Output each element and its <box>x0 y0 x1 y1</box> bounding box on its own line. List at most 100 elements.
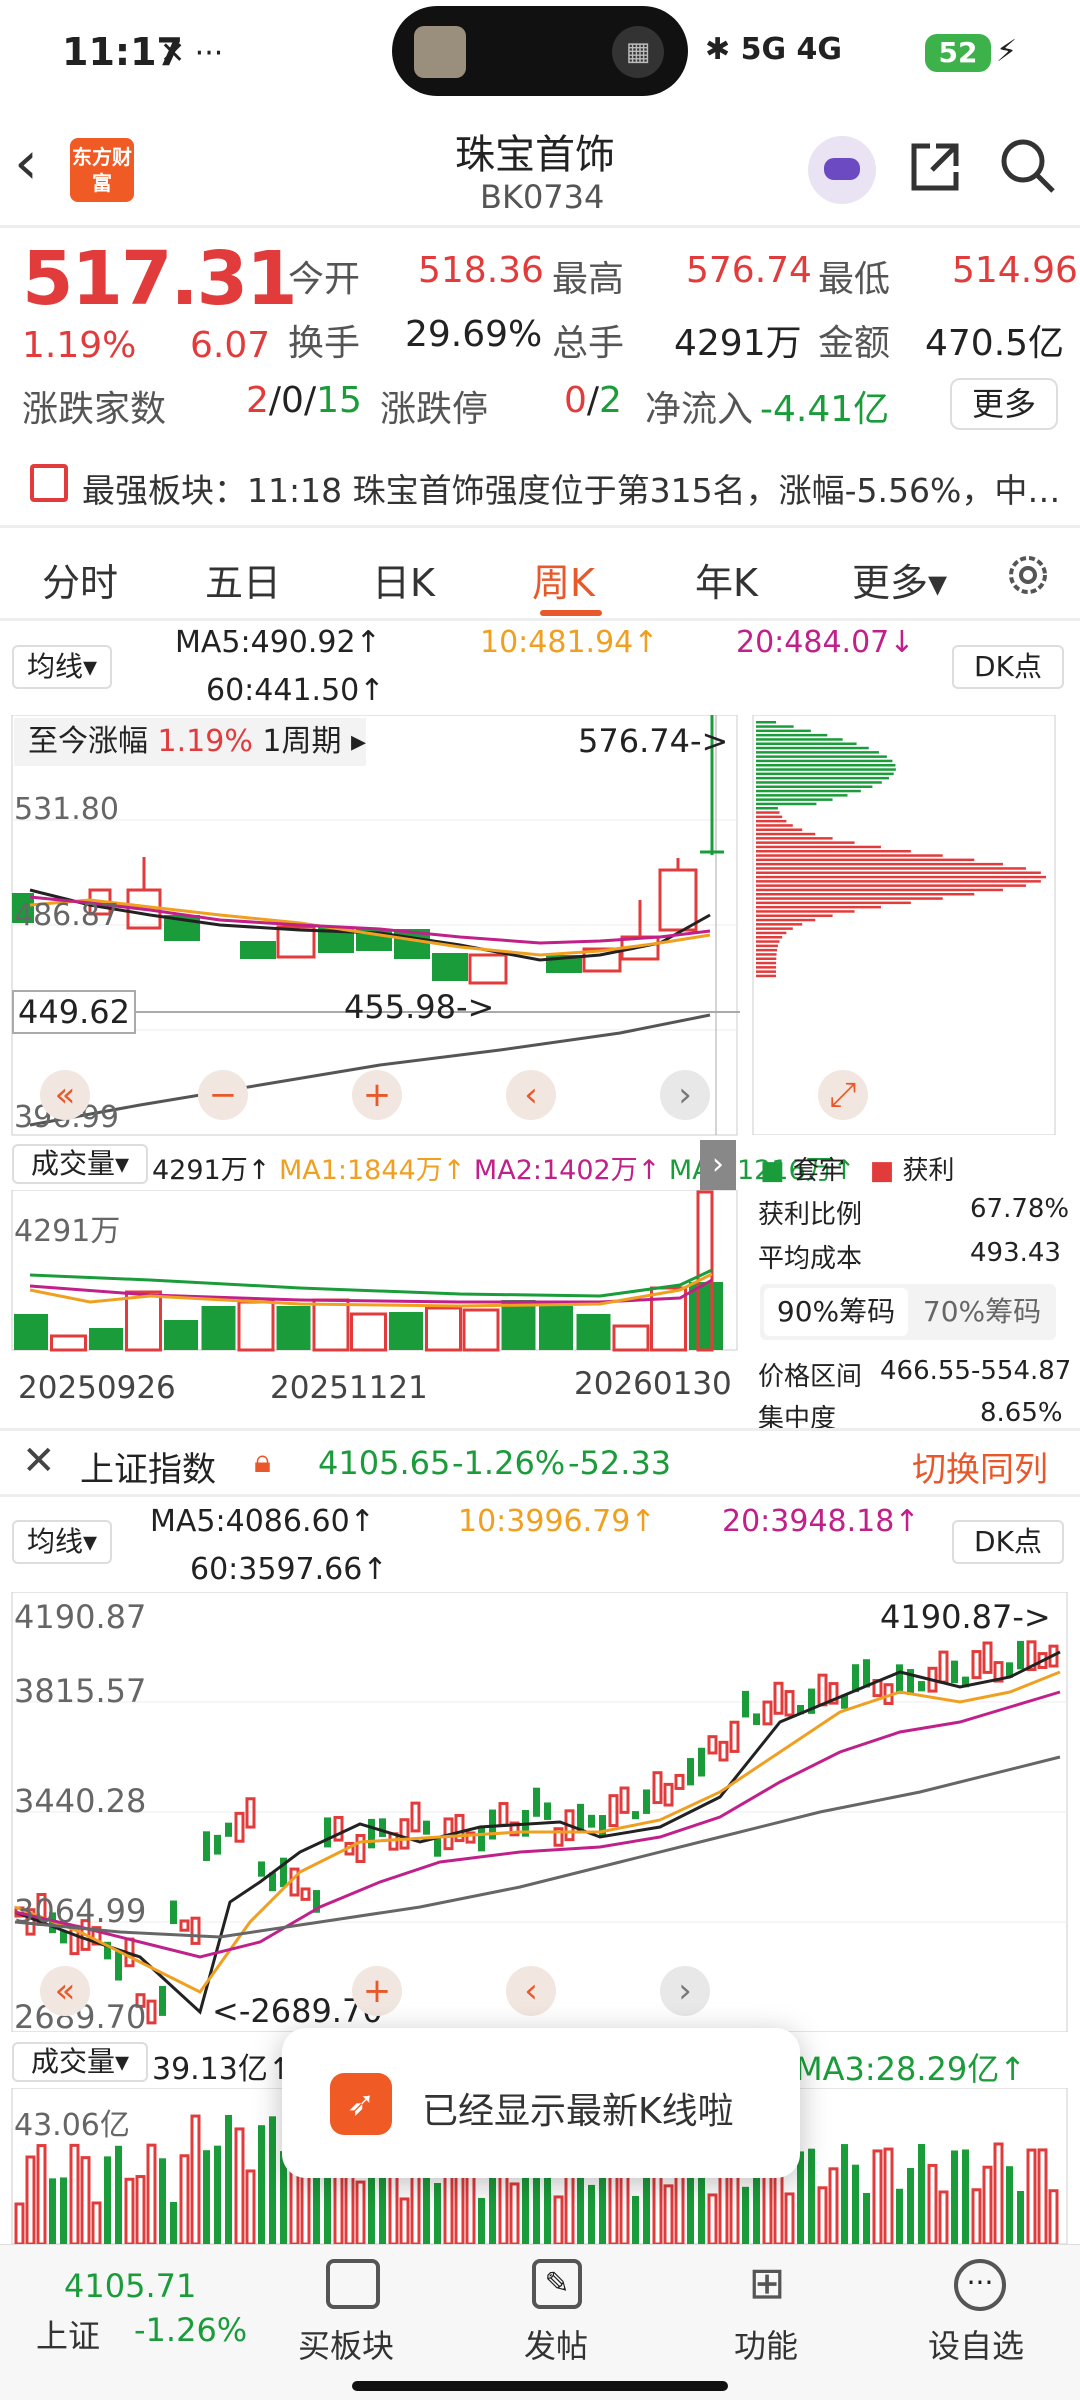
low-value: 514.96 <box>952 250 1078 291</box>
app-icon: ➶ <box>330 2073 392 2135</box>
chip-bar <box>756 807 778 810</box>
index-volume-value: 39.13亿↑ <box>152 2052 294 2087</box>
chip-bar <box>756 940 780 943</box>
index-volume-bar <box>828 2167 839 2244</box>
nav-add-watchlist[interactable]: ··· 设自选 <box>922 2253 1042 2373</box>
switch-button[interactable]: 切换同列 <box>912 1442 1048 1491</box>
status-icons-left: ✕ ··· <box>160 36 224 71</box>
tab-intraday[interactable]: 分时 <box>42 552 118 607</box>
amount-label: 金额 <box>818 323 891 364</box>
nav-functions[interactable]: ⊞ 功能 <box>722 2253 822 2373</box>
expand-right-icon[interactable]: › <box>700 1140 736 1190</box>
chip-bar <box>756 850 911 853</box>
zoom-out-icon[interactable]: − <box>198 1070 248 1120</box>
volume-selector[interactable]: 成交量▾ <box>12 1144 148 1184</box>
chip-bar <box>756 871 1041 874</box>
index-candle <box>478 1827 485 1852</box>
chip-bar <box>756 875 1046 879</box>
index-volume-bar <box>60 2177 67 2244</box>
concentration: 8.65% <box>980 1398 1063 1428</box>
chip-bar <box>756 729 811 733</box>
index-scroll-left-fast-icon[interactable]: « <box>40 1966 90 2016</box>
scroll-left-fast-icon[interactable]: « <box>40 1070 90 1120</box>
search-icon[interactable] <box>998 136 1058 196</box>
index-scroll-right-icon[interactable]: › <box>660 1966 710 2016</box>
zoom-in-icon[interactable]: + <box>352 1070 402 1120</box>
chip-bar <box>756 888 1003 892</box>
volume-bar <box>501 1300 536 1350</box>
since-change-bar[interactable]: 至今涨幅 1.19% 1周期 ▸ <box>14 718 366 766</box>
index-volume-bar <box>234 2127 245 2244</box>
chip-bar <box>756 781 882 784</box>
volume-bar <box>164 1320 198 1350</box>
date-label-2: 20251121 <box>270 1370 428 1406</box>
index-change: -52.33 <box>568 1444 672 1482</box>
index-zoom-in-icon[interactable]: + <box>352 1966 402 2016</box>
index-volume-bar <box>355 2180 366 2244</box>
chip-bar <box>756 746 869 750</box>
index-volume-bar <box>203 2150 210 2244</box>
index-candle <box>707 1735 718 1755</box>
max-price-note: 576.74-> <box>578 722 729 760</box>
index-candle <box>234 1811 245 1843</box>
chip-bar <box>756 867 1026 870</box>
album-art-icon <box>414 26 466 78</box>
tab-weekly-k[interactable]: 周K <box>532 552 595 607</box>
index-volume-bar <box>214 2145 221 2244</box>
index-dk-button[interactable]: DK点 <box>952 1520 1064 1564</box>
volume-bar <box>89 1328 123 1350</box>
scroll-left-icon[interactable]: ‹ <box>506 1070 556 1120</box>
chip-bar <box>756 966 777 969</box>
chip-bar <box>756 802 817 806</box>
index-volume-bar <box>91 2201 102 2244</box>
chip-bar <box>756 785 873 788</box>
toast-text: 已经显示最新K线啦 <box>422 2091 734 2132</box>
index-volume-bar <box>146 2143 157 2244</box>
updown-count: 2/0/15 <box>246 380 362 421</box>
index-candle <box>742 1690 749 1718</box>
back-icon[interactable]: ‹ <box>14 128 38 198</box>
index-volume-bar <box>872 2149 883 2244</box>
assistant-icon[interactable] <box>808 136 876 204</box>
tab-five-day[interactable]: 五日 <box>205 552 281 607</box>
price-range-label: 价格区间 <box>758 1362 863 1392</box>
index-name: 上证指数 <box>80 1450 216 1490</box>
index-candle <box>753 1713 760 1725</box>
index-candle <box>159 1985 166 2016</box>
dk-point-button[interactable]: DK点 <box>952 645 1064 689</box>
index-price: 4105.65 <box>318 1444 451 1482</box>
index-y2: 3815.57 <box>14 1672 147 1710</box>
chip-bar <box>756 832 816 836</box>
volume-bar <box>50 1334 87 1352</box>
share-icon[interactable] <box>906 138 964 196</box>
index-scroll-left-icon[interactable]: ‹ <box>506 1966 556 2016</box>
chip-bar <box>756 725 794 728</box>
tab-chip-90[interactable]: 90%筹码 <box>764 1288 908 1336</box>
nav-buy-sector[interactable]: 买板块 <box>292 2253 412 2373</box>
index-candle <box>203 1831 210 1861</box>
tab-yearly-k[interactable]: 年K <box>695 552 758 607</box>
index-volume-bar <box>663 2184 674 2244</box>
nav-post[interactable]: ✎ 发帖 <box>512 2253 612 2373</box>
tab-indicator <box>540 610 602 616</box>
index-volume-selector[interactable]: 成交量▾ <box>12 2042 148 2082</box>
tab-chip-70[interactable]: 70%筹码 <box>910 1288 1054 1336</box>
index-volume-bar <box>69 2143 80 2244</box>
notice-bar[interactable]: 最强板块：11:18 珠宝首饰强度位于第315名，涨幅-5.56%，中… <box>0 448 1080 520</box>
lock-icon[interactable]: 🔒︎ <box>254 1442 271 1481</box>
tab-more[interactable]: 更多▾ <box>852 552 947 607</box>
more-button[interactable]: 更多 <box>950 378 1058 430</box>
chip-bar <box>756 738 843 741</box>
inflow-label: 净流入 <box>645 389 754 430</box>
index-k-chart[interactable] <box>0 1592 1080 2032</box>
tab-daily-k[interactable]: 日K <box>372 552 435 607</box>
volume-bar <box>576 1314 611 1350</box>
index-ma10: 10:3996.79↑ <box>458 1504 656 1539</box>
ma-selector[interactable]: 均线▾ <box>12 645 112 689</box>
expand-icon[interactable]: ⤢ <box>818 1070 868 1120</box>
index-ma-selector[interactable]: 均线▾ <box>12 1520 112 1564</box>
scroll-right-icon[interactable]: › <box>660 1070 710 1120</box>
settings-icon[interactable] <box>1003 550 1053 600</box>
close-icon[interactable]: ✕ <box>22 1438 56 1484</box>
chip-bar <box>756 910 855 913</box>
